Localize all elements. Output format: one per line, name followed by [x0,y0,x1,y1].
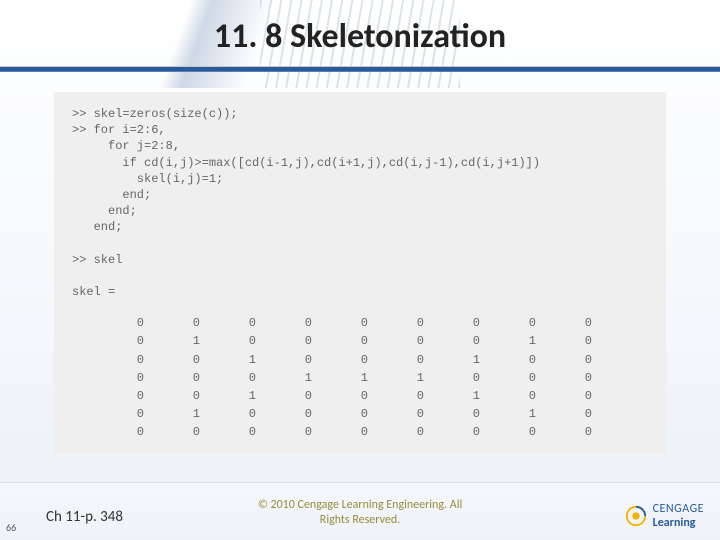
cengage-icon [625,505,647,527]
matrix-cell: 0 [264,332,320,350]
brand-logo: CENGAGE Learning [625,502,704,530]
matrix-cell: 0 [96,351,152,369]
matrix-cell: 1 [208,351,264,369]
matrix-cell: 1 [488,332,544,350]
matrix-cell: 0 [264,314,320,332]
matrix-cell: 0 [488,423,544,441]
matrix-cell: 0 [96,369,152,387]
matrix-cell: 0 [376,423,432,441]
matrix-cell: 0 [264,387,320,405]
matrix-cell: 0 [432,369,488,387]
matrix-cell: 0 [96,314,152,332]
slide: 11. 8 Skeletonization >> skel=zeros(size… [0,0,720,540]
matrix-cell: 0 [432,332,488,350]
matrix-cell: 1 [152,405,208,423]
matrix-cell: 1 [488,405,544,423]
matrix-row: 010000010 [96,332,600,350]
matrix-cell: 1 [376,369,432,387]
matrix-cell: 0 [544,351,600,369]
matrix-cell: 0 [208,423,264,441]
matrix-cell: 1 [152,332,208,350]
matrix-cell: 0 [152,351,208,369]
matrix-cell: 0 [376,332,432,350]
matrix-cell: 0 [320,314,376,332]
matrix-cell: 0 [544,387,600,405]
matrix-row: 000111000 [96,369,600,387]
matrix-cell: 0 [376,405,432,423]
matrix-cell: 1 [432,351,488,369]
matrix-cell: 0 [376,314,432,332]
code-block: >> skel=zeros(size(c)); >> for i=2:6, fo… [72,106,648,300]
matrix-cell: 0 [544,405,600,423]
matrix-cell: 1 [432,387,488,405]
matrix-cell: 0 [264,405,320,423]
matrix-cell: 0 [264,423,320,441]
matrix-cell: 0 [208,405,264,423]
matrix-cell: 0 [488,387,544,405]
matrix-row: 000000000 [96,423,600,441]
matrix-cell: 0 [488,351,544,369]
matrix-cell: 0 [544,314,600,332]
matrix-row: 000000000 [96,314,600,332]
matrix-cell: 0 [96,423,152,441]
matrix-cell: 0 [432,405,488,423]
matrix-row: 010000010 [96,405,600,423]
matrix-cell: 1 [208,387,264,405]
matrix-cell: 0 [96,387,152,405]
matrix-cell: 0 [320,423,376,441]
matrix-cell: 0 [488,369,544,387]
matrix-cell: 0 [320,332,376,350]
matrix-cell: 1 [264,369,320,387]
matrix-cell: 0 [208,332,264,350]
matrix-cell: 0 [152,369,208,387]
matrix-cell: 0 [96,332,152,350]
matrix-cell: 1 [320,369,376,387]
matrix-cell: 0 [488,314,544,332]
title-rule [0,66,720,72]
code-panel: >> skel=zeros(size(c)); >> for i=2:6, fo… [54,92,666,454]
matrix-cell: 0 [544,423,600,441]
copyright-text: © 2010 Cengage Learning Engineering. All… [0,498,720,528]
matrix-cell: 0 [544,332,600,350]
brand-word-learning: Learning [653,516,696,530]
matrix-cell: 0 [152,423,208,441]
matrix-row: 001000100 [96,387,600,405]
matrix-cell: 0 [320,405,376,423]
matrix-cell: 0 [432,314,488,332]
matrix-cell: 0 [376,387,432,405]
matrix-cell: 0 [152,387,208,405]
copyright-line-1: © 2010 Cengage Learning Engineering. All [258,498,462,512]
page-title: 11. 8 Skeletonization [0,16,720,57]
copyright-line-2: Rights Reserved. [320,513,400,527]
matrix-cell: 0 [320,387,376,405]
output-matrix: 0000000000100000100010001000001110000010… [96,314,600,441]
matrix-cell: 0 [432,423,488,441]
matrix-cell: 0 [96,405,152,423]
matrix-cell: 0 [264,351,320,369]
matrix-cell: 0 [320,351,376,369]
matrix-cell: 0 [208,314,264,332]
matrix-cell: 0 [208,369,264,387]
matrix-cell: 0 [376,351,432,369]
brand-word-cengage: CENGAGE [653,502,704,516]
matrix-cell: 0 [544,369,600,387]
matrix-row: 001000100 [96,351,600,369]
matrix-cell: 0 [152,314,208,332]
